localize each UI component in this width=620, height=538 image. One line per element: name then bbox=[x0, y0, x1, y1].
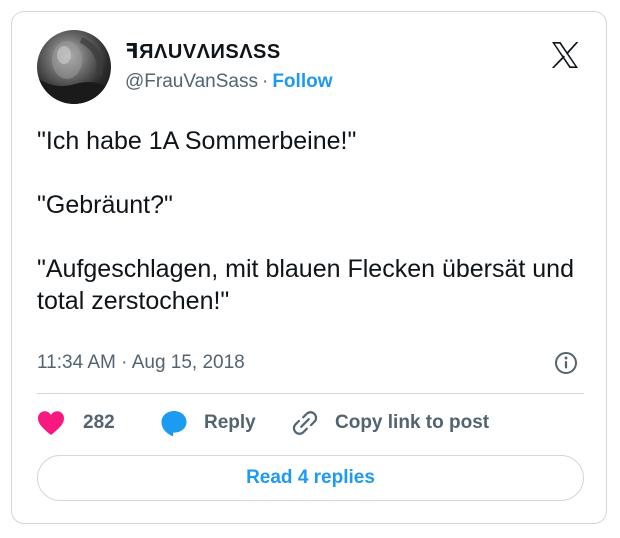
like-count: 282 bbox=[83, 412, 115, 433]
tweet-paragraph: "Aufgeschlagen, mit blauen Flecken übers… bbox=[37, 255, 574, 315]
heart-icon bbox=[38, 411, 64, 435]
tweet-card: ꟻЯΛUVΛИSΛSS @FrauVanSass · Follow "Ich hab… bbox=[11, 11, 607, 524]
follow-button[interactable]: Follow bbox=[272, 71, 332, 92]
reply-label: Reply bbox=[204, 412, 256, 433]
tweet-text: "Ich habe 1A Sommerbeine!" "Gebräunt?" "… bbox=[37, 125, 597, 317]
copy-link-label: Copy link to post bbox=[335, 412, 490, 433]
author-display-name[interactable]: ꟻЯΛUVΛИSΛSS bbox=[125, 39, 281, 64]
info-icon[interactable] bbox=[554, 351, 578, 375]
avatar-photo-icon bbox=[37, 37, 111, 104]
reply-button[interactable]: Reply bbox=[160, 408, 256, 438]
speech-bubble-icon bbox=[161, 411, 187, 437]
avatar[interactable] bbox=[37, 30, 111, 104]
like-button[interactable]: 282 bbox=[37, 408, 115, 438]
handle-separator: · bbox=[262, 71, 269, 92]
author-handle[interactable]: @FrauVanSass bbox=[125, 71, 258, 92]
read-replies-button[interactable]: Read 4 replies bbox=[37, 455, 584, 501]
tweet-paragraph: "Ich habe 1A Sommerbeine!" bbox=[37, 127, 357, 155]
copy-link-button[interactable]: Copy link to post bbox=[291, 408, 489, 438]
link-icon bbox=[292, 411, 318, 435]
x-logo-icon[interactable] bbox=[550, 40, 580, 70]
author-handle-line: @FrauVanSass · Follow bbox=[125, 71, 332, 93]
tweet-paragraph: "Gebräunt?" bbox=[37, 191, 173, 219]
divider bbox=[37, 393, 584, 394]
tweet-timestamp[interactable]: 11:34 AM · Aug 15, 2018 bbox=[37, 352, 245, 374]
